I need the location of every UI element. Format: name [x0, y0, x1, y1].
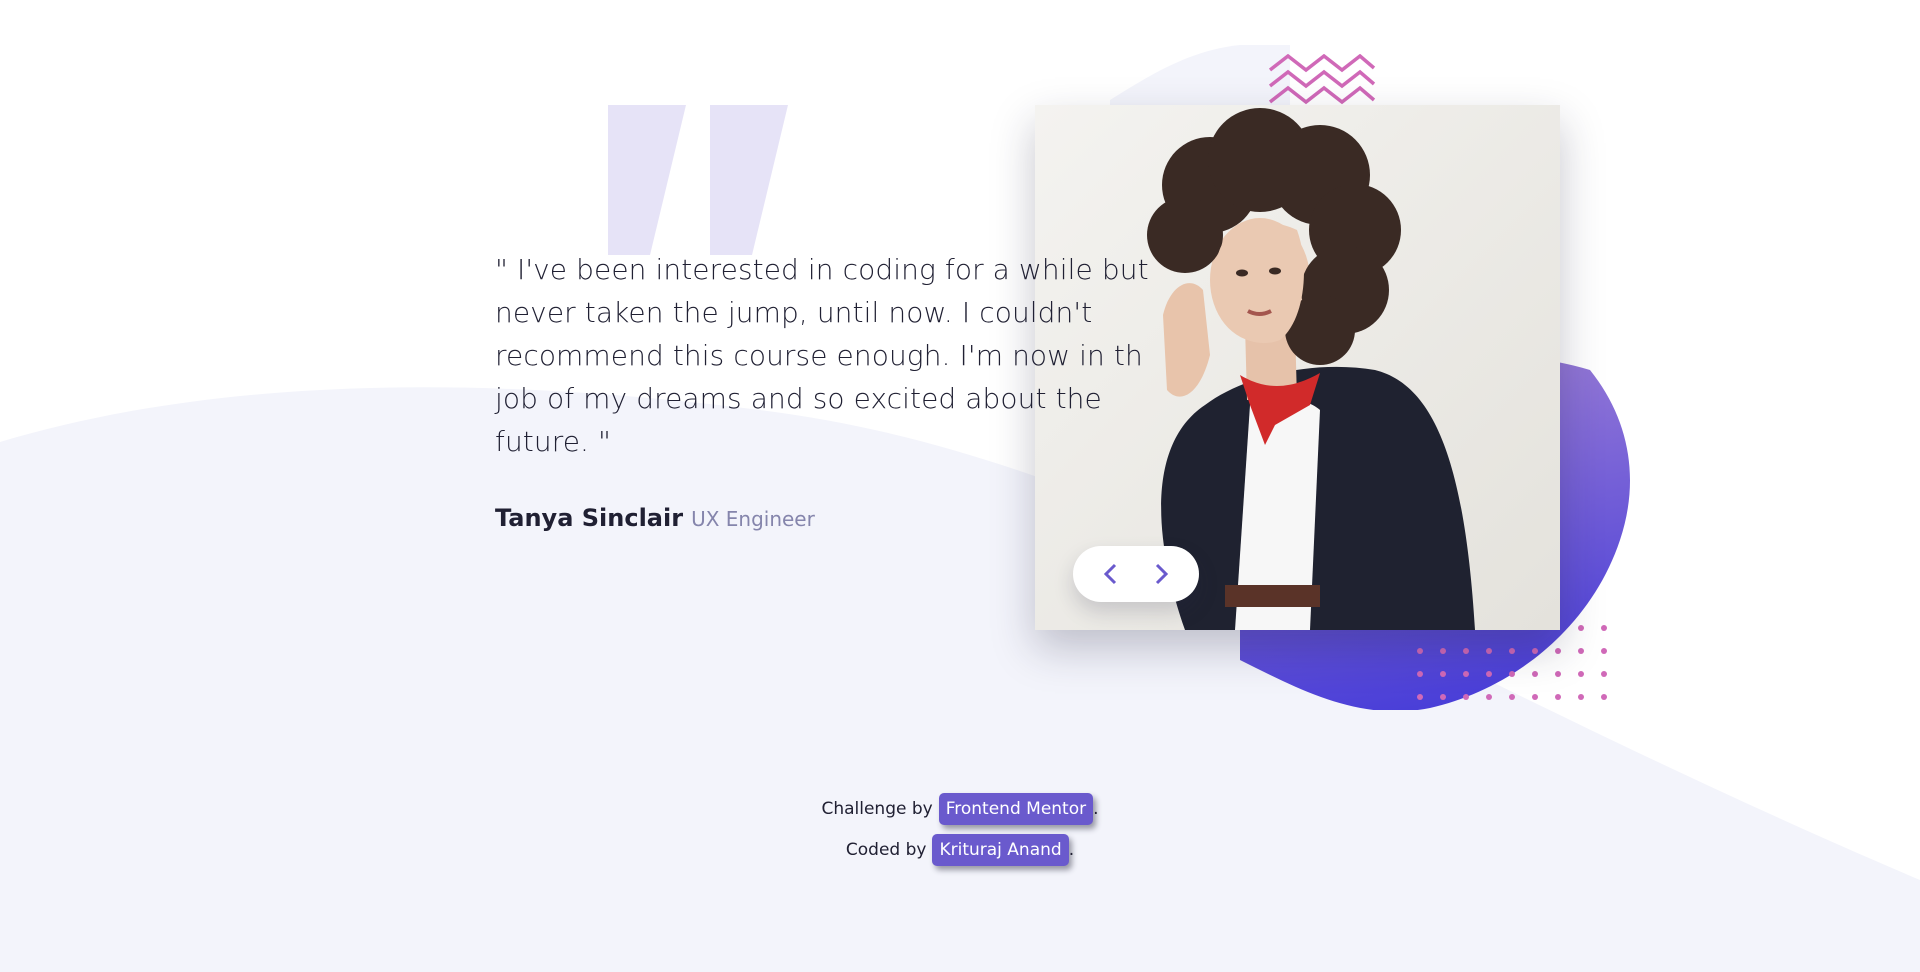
pattern-dot: [1555, 694, 1561, 700]
attribution: Challenge by Frontend Mentor . Coded by …: [0, 788, 1920, 870]
coded-by-credit: Coded by Krituraj Anand .: [0, 829, 1920, 870]
author-link[interactable]: Krituraj Anand: [932, 833, 1069, 866]
pattern-dot: [1509, 694, 1515, 700]
testimonial-quote: " I've been interested in coding for a w…: [495, 253, 1149, 458]
pattern-dot: [1532, 694, 1538, 700]
challenge-suffix: .: [1093, 798, 1099, 819]
testimonial-author: Tanya Sinclair UX Engineer: [495, 504, 1175, 532]
pattern-dot: [1532, 671, 1538, 677]
pattern-dot: [1555, 671, 1561, 677]
pattern-dot: [1578, 694, 1584, 700]
pattern-dot: [1601, 648, 1607, 654]
challenge-prefix: Challenge by: [821, 798, 933, 819]
pattern-dot: [1440, 694, 1446, 700]
pattern-dot: [1578, 671, 1584, 677]
pattern-dot: [1486, 671, 1492, 677]
pattern-dot: [1417, 648, 1423, 654]
author-role: UX Engineer: [691, 507, 815, 531]
zigzag-pattern: [1268, 54, 1376, 105]
chevron-left-icon: [1103, 563, 1117, 585]
pattern-dot: [1417, 694, 1423, 700]
pattern-dot: [1509, 671, 1515, 677]
coded-suffix: .: [1068, 839, 1075, 860]
pattern-dot: [1578, 625, 1584, 631]
testimonial-content: " I've been interested in coding for a w…: [495, 248, 1175, 532]
pattern-dot: [1601, 671, 1607, 677]
pattern-dot: [1486, 648, 1492, 654]
pattern-dot: [1509, 648, 1515, 654]
quote-mark-icon: [608, 105, 788, 255]
pattern-dot: [1601, 694, 1607, 700]
previous-button[interactable]: [1101, 562, 1119, 586]
coded-prefix: Coded by: [845, 839, 927, 860]
pattern-dot: [1601, 625, 1607, 631]
frontend-mentor-link[interactable]: Frontend Mentor: [938, 792, 1094, 825]
pattern-dot: [1486, 694, 1492, 700]
next-button[interactable]: [1153, 562, 1171, 586]
pattern-dot: [1440, 648, 1446, 654]
pattern-dot: [1532, 648, 1538, 654]
challenge-credit: Challenge by Frontend Mentor .: [0, 788, 1920, 829]
pattern-dot: [1417, 671, 1423, 677]
author-name: Tanya Sinclair: [495, 504, 684, 532]
pattern-dot: [1440, 671, 1446, 677]
slider-navigation: [1073, 546, 1199, 602]
pattern-dot: [1463, 648, 1469, 654]
pattern-dot: [1578, 648, 1584, 654]
chevron-right-icon: [1155, 563, 1169, 585]
dot-pattern: [1417, 625, 1607, 700]
pattern-dot: [1555, 648, 1561, 654]
pattern-dot: [1463, 694, 1469, 700]
pattern-dot: [1463, 671, 1469, 677]
